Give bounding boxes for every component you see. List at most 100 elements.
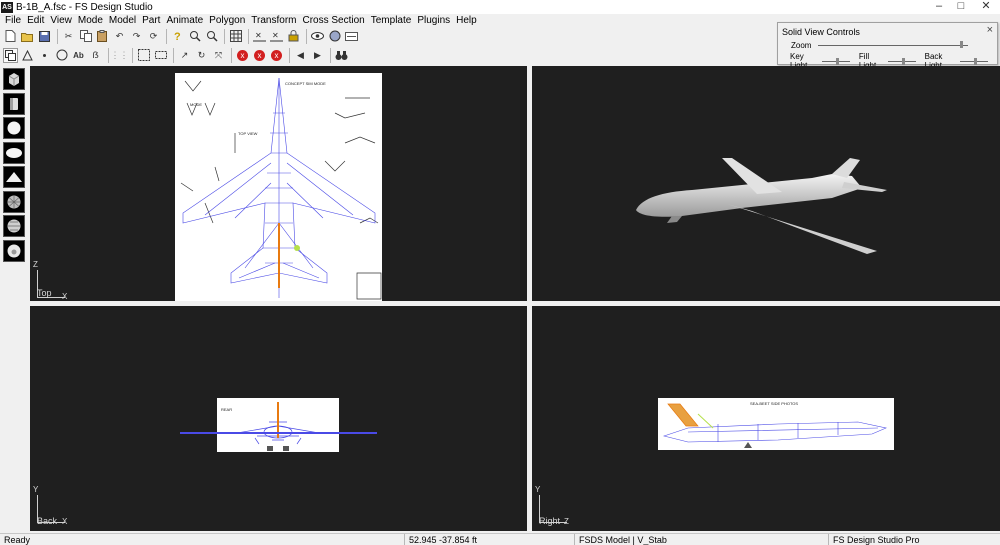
menu-edit[interactable]: Edit: [24, 14, 47, 27]
menu-help[interactable]: Help: [453, 14, 480, 27]
menu-model[interactable]: Model: [106, 14, 139, 27]
grid-icon[interactable]: [228, 29, 243, 44]
app-icon: AS: [1, 1, 13, 13]
svg-text:✕: ✕: [255, 31, 262, 40]
wedge-primitive-icon[interactable]: [3, 166, 25, 188]
delete-polygon-icon[interactable]: x: [252, 48, 267, 63]
template-image: REAR: [217, 398, 339, 452]
menu-plugins[interactable]: Plugins: [414, 14, 453, 27]
grid-snap-icon[interactable]: ⋮⋮: [111, 48, 129, 63]
template-image: CONCEPT SIM MODE MODE TOP VIEW: [175, 73, 382, 301]
toolbar-separator: [166, 28, 167, 44]
geosphere-primitive-icon[interactable]: [3, 190, 25, 213]
status-model: FSDS Model | V_Stab: [574, 534, 828, 545]
toolbar-separator: [231, 47, 232, 63]
solid-3d-viewport[interactable]: [532, 66, 1000, 301]
new-file-icon[interactable]: [3, 29, 18, 44]
menu-animate[interactable]: Animate: [163, 14, 206, 27]
viewport-label: Right: [539, 516, 561, 526]
menu-file[interactable]: File: [0, 14, 24, 27]
zoom-slider-thumb[interactable]: [960, 41, 963, 48]
copy-icon[interactable]: [78, 29, 93, 44]
previous-icon[interactable]: ◀: [293, 48, 308, 63]
delete-part-icon[interactable]: x: [269, 48, 284, 63]
cylinder-primitive-icon[interactable]: [3, 92, 25, 115]
back-light-slider[interactable]: [960, 57, 988, 65]
save-icon[interactable]: [37, 29, 52, 44]
point-icon[interactable]: [37, 48, 52, 63]
mirror-y-icon[interactable]: ✕: [269, 29, 284, 44]
fill-light-slider[interactable]: [887, 57, 916, 65]
axis-z-label: Z: [33, 260, 38, 269]
spline-icon[interactable]: ẞ: [88, 48, 103, 63]
slider-thumb[interactable]: [836, 57, 840, 65]
help-icon[interactable]: ?: [170, 29, 185, 44]
minimize-icon[interactable]: –: [928, 0, 950, 14]
toolbar-separator: [306, 28, 307, 44]
primitive-palette: [3, 68, 26, 264]
zoom-in-icon[interactable]: [187, 29, 202, 44]
menu-template[interactable]: Template: [368, 14, 415, 27]
key-light-slider[interactable]: [822, 57, 850, 65]
next-icon[interactable]: ▶: [310, 48, 325, 63]
menu-transform[interactable]: Transform: [248, 14, 299, 27]
menu-mode[interactable]: Mode: [75, 14, 106, 27]
menu-part[interactable]: Part: [139, 14, 163, 27]
paste-icon[interactable]: [95, 29, 110, 44]
menu-bar: File Edit View Mode Model Part Animate P…: [0, 14, 480, 27]
circle-icon[interactable]: [54, 48, 69, 63]
close-icon[interactable]: ×: [987, 24, 993, 36]
axis-x-label: X: [62, 517, 68, 526]
mirror-x-icon[interactable]: ✕: [252, 29, 267, 44]
text-ab-icon[interactable]: Ab: [71, 48, 86, 63]
select-part-icon[interactable]: [3, 47, 18, 63]
delete-point-icon[interactable]: x: [235, 48, 250, 63]
aircraft-top-wireframe: CONCEPT SIM MODE MODE TOP VIEW: [180, 77, 382, 300]
toolbar-separator: [330, 47, 331, 63]
solid-view-controls-panel: Solid View Controls × Zoom Key Light Fil…: [777, 22, 998, 70]
menu-view[interactable]: View: [47, 14, 75, 27]
fs-design-studio-window: AS B-1B_A.fsc - FS Design Studio – □ ✕ F…: [0, 0, 1000, 545]
undo-icon[interactable]: ↶: [112, 29, 127, 44]
binoculars-icon[interactable]: [334, 48, 349, 63]
move-icon[interactable]: ↗: [177, 48, 192, 63]
right-viewport[interactable]: SEA-BEET SIDE PHOTOS Y Z Right: [532, 306, 1000, 531]
zoom-out-icon[interactable]: [204, 29, 219, 44]
axis-y-label: Y: [33, 485, 39, 494]
maximize-icon[interactable]: □: [950, 0, 972, 14]
viewport-label: Top: [37, 288, 52, 298]
box-select-icon[interactable]: [136, 48, 151, 63]
open-folder-icon[interactable]: [20, 29, 35, 44]
triangle-icon[interactable]: [20, 48, 35, 63]
svg-text:MODE: MODE: [190, 102, 202, 107]
ellipsoid-primitive-icon[interactable]: [3, 141, 25, 164]
render-icon[interactable]: [327, 29, 342, 44]
zoom-slider[interactable]: [818, 45, 968, 46]
refresh-icon[interactable]: ⟳: [146, 29, 161, 44]
slider-thumb[interactable]: [901, 57, 905, 65]
menu-polygon[interactable]: Polygon: [206, 14, 248, 27]
redo-icon[interactable]: ↷: [129, 29, 144, 44]
scale-icon[interactable]: ⤧: [211, 48, 226, 63]
svg-text:REAR: REAR: [221, 407, 232, 412]
close-icon[interactable]: ✕: [972, 0, 1000, 14]
script-icon[interactable]: [344, 29, 359, 44]
cut-icon[interactable]: ✂: [61, 29, 76, 44]
status-bar: Ready 52.945 -37.854 ft FSDS Model | V_S…: [0, 533, 1000, 545]
back-viewport[interactable]: REAR Y X Back: [30, 306, 527, 531]
menu-cross-section[interactable]: Cross Section: [300, 14, 368, 27]
sphere-primitive-icon[interactable]: [3, 117, 25, 139]
rotate-icon[interactable]: ↻: [194, 48, 209, 63]
top-viewport[interactable]: CONCEPT SIM MODE MODE TOP VIEW Z X Top: [30, 66, 527, 301]
toolbar-separator: [57, 28, 58, 44]
cube-primitive-icon[interactable]: [3, 68, 25, 90]
toolbar-separator: [108, 47, 109, 63]
svg-text:SEA-BEET SIDE PHOTOS: SEA-BEET SIDE PHOTOS: [750, 401, 798, 406]
view-eye-icon[interactable]: [310, 29, 325, 44]
torus-primitive-icon[interactable]: [3, 239, 25, 262]
toolbar-separator: [224, 28, 225, 44]
lock-icon[interactable]: [286, 29, 301, 44]
slider-thumb[interactable]: [974, 57, 978, 65]
lasso-select-icon[interactable]: [153, 48, 168, 63]
dome-primitive-icon[interactable]: [3, 215, 25, 237]
